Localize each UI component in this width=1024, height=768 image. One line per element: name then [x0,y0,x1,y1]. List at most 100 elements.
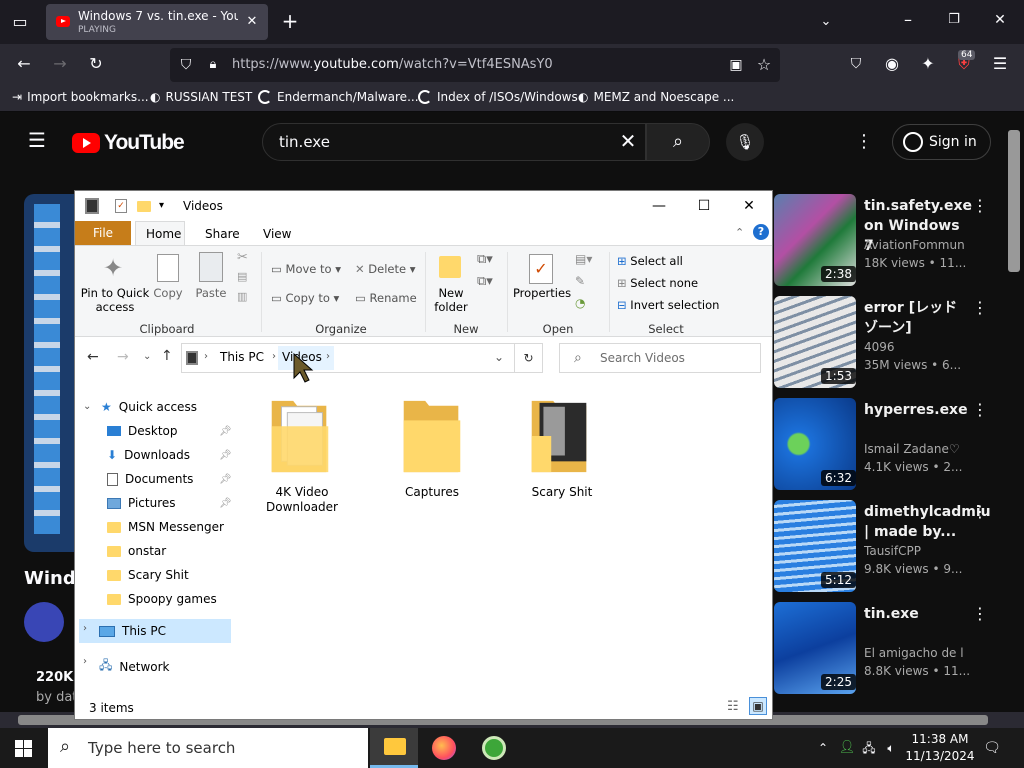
youtube-logo[interactable]: YouTube [72,131,185,155]
nav-item-spoopy-games[interactable]: Spoopy games [107,592,217,606]
select-all-button[interactable]: ⊞ Select all [617,254,683,268]
video-thumbnail[interactable]: 1:53 [774,296,856,388]
recommended-video[interactable]: 2:38 tin.safety.exe on Windows 7 Aviatio… [774,194,1014,290]
clear-search-icon[interactable]: ✕ [617,131,639,151]
show-hidden-icons-chevron[interactable]: ⌃ [814,738,832,758]
pin-to-quick-access-button[interactable]: Pin to Quick access [79,286,151,314]
delete-button[interactable]: ✕ Delete ▾ [355,262,416,276]
browser-tab[interactable]: Windows 7 vs. tin.exe - YouTube PLAYING … [46,4,268,40]
voice-search-button[interactable]: 🎙︎ [726,123,764,161]
edit-icon[interactable]: ✎ [575,274,585,288]
nav-item-scary-shit[interactable]: Scary Shit [107,568,189,582]
maximize-icon[interactable]: ☐ [681,191,727,221]
guide-menu-icon[interactable]: ☰ [26,130,48,150]
channel-avatar[interactable] [24,602,64,642]
taskbar-search-input[interactable]: ⌕ Type here to search [48,728,368,768]
paste-shortcut-icon[interactable]: ▥ [237,290,247,303]
youtube-search-input[interactable]: tin.exe ✕ [262,123,646,161]
url-bar[interactable]: ⛉ 🔒︎ https://www.youtube.com/watch?v=Vtf… [170,48,780,82]
recent-locations-icon[interactable]: ⌄ [143,351,151,362]
address-dropdown-icon[interactable]: ⌄ [494,350,504,364]
close-tab-icon[interactable]: ✕ [244,12,260,32]
channel-name[interactable]: 4096 [864,340,964,354]
invert-selection-button[interactable]: ⊟ Invert selection [617,298,719,312]
page-scrollbar[interactable] [1008,130,1020,272]
back-icon[interactable]: ← [14,54,34,74]
video-thumbnail[interactable]: 6:32 [774,398,856,490]
collapse-ribbon-icon[interactable]: ⌃ [735,226,744,239]
move-to-button[interactable]: ▭ Move to ▾ [271,262,341,276]
system-clock[interactable]: 11:38 AM 11/13/2024 [904,731,976,765]
bookmark-memz[interactable]: ◐ MEMZ and Noescape ... [578,90,734,104]
start-button[interactable] [0,728,48,768]
large-icons-view-icon[interactable]: ▣ [749,697,767,715]
video-title[interactable]: hyperres.exe [864,400,968,420]
history-icon[interactable]: ◔ [575,296,585,310]
new-folder-button[interactable]: New folder [429,286,473,314]
nav-item-onstar[interactable]: onstar [107,544,166,558]
details-view-icon[interactable]: ☷ [727,699,739,714]
copy-path-icon[interactable]: ▤ [237,270,247,283]
app-menu-icon[interactable]: ☰ [990,54,1010,74]
url-text[interactable]: https://www.youtube.com/watch?v=Vtf4ESNA… [232,57,553,72]
bookmark-star-icon[interactable]: ☆ [754,55,774,75]
minimize-icon[interactable]: — [636,191,682,221]
search-input[interactable]: ⌕ Search Videos [559,343,761,373]
recommended-video[interactable]: 6:32 hyperres.exe Ismail Zadane♡ 4.1K vi… [774,398,1014,494]
youtube-search-button[interactable]: ⌕ [646,123,710,161]
file-tab[interactable]: File [75,221,131,245]
select-none-button[interactable]: ⊞ Select none [617,276,698,290]
new-folder-qat-icon[interactable] [137,201,151,212]
tracking-shield-icon[interactable]: ⛉ [176,55,196,75]
forward-icon[interactable]: → [50,54,70,74]
tab-view[interactable]: View [263,227,291,241]
channel-name[interactable]: TausifCPP [864,544,964,558]
properties-button[interactable]: Properties [511,286,573,300]
video-menu-icon[interactable]: ⋮ [972,502,988,521]
nav-item-downloads[interactable]: ⬇ Downloads [107,448,190,462]
list-tabs-chevron-icon[interactable]: ⌄ [816,12,836,32]
folder-item[interactable]: 4K Video Downloader [247,395,357,515]
video-thumbnail[interactable]: 2:25 [774,602,856,694]
pocket-icon[interactable]: ⛉ [846,54,866,74]
copy-to-button[interactable]: ▭ Copy to ▾ [271,291,339,305]
minimize-icon[interactable]: – [898,10,918,30]
bookmark-endermanch[interactable]: Endermanch/Malware... [258,90,419,104]
video-menu-icon[interactable]: ⋮ [972,604,988,623]
nav-this-pc[interactable]: This PC [99,624,166,638]
rename-button[interactable]: ▭ Rename [355,291,417,305]
taskbar-file-explorer[interactable] [370,728,418,768]
video-thumbnail[interactable]: 2:38 [774,194,856,286]
bookmark-russian-test[interactable]: ◐ RUSSIAN TEST [150,90,252,104]
video-title[interactable]: dimethylcadmiu | made by... [864,502,991,542]
recommended-video[interactable]: 5:12 dimethylcadmiu | made by... TausifC… [774,500,1014,596]
expand-chevron-icon[interactable]: ⌄ [83,401,91,412]
recommended-video[interactable]: 2:25 tin.exe El amigacho de l... 8.8K vi… [774,602,1014,698]
copy-button[interactable]: Copy [151,286,185,300]
nav-network[interactable]: 🖧︎ Network [99,656,170,677]
nav-item-msn-messenger[interactable]: MSN Messenger [107,520,224,534]
lock-icon[interactable]: 🔒︎ [204,55,222,75]
forward-icon[interactable]: → [117,349,129,365]
qat-dropdown-icon[interactable]: ▾ [159,200,164,211]
folder-item[interactable]: Captures [377,395,487,515]
folder-item[interactable]: Scary Shit [507,395,617,515]
nav-item-desktop[interactable]: Desktop [107,424,178,438]
reader-view-icon[interactable]: ▣ [726,55,746,75]
nav-item-documents[interactable]: Documents [107,472,193,486]
volume-icon[interactable]: 🔈︎ [882,738,900,758]
refresh-icon[interactable]: ↻ [515,343,543,373]
network-tray-icon[interactable]: 🖧︎ [860,738,878,758]
maximize-icon[interactable]: ❐ [944,10,964,30]
nav-item-pictures[interactable]: Pictures [107,496,176,510]
expand-chevron-icon[interactable]: › [83,623,87,634]
tab-share[interactable]: Share [205,227,240,241]
breadcrumb-this-pc[interactable]: This PC [220,350,264,364]
video-thumbnail[interactable]: 5:12 [774,500,856,592]
account-icon[interactable]: ◉ [882,54,902,74]
tab-home[interactable]: Home [135,221,185,246]
close-window-icon[interactable]: ✕ [990,10,1010,30]
paste-button[interactable]: Paste [191,286,231,300]
notification-center-icon[interactable]: 🗨︎ [982,738,1002,758]
user-tray-icon[interactable]: 👤︎ [838,738,856,758]
